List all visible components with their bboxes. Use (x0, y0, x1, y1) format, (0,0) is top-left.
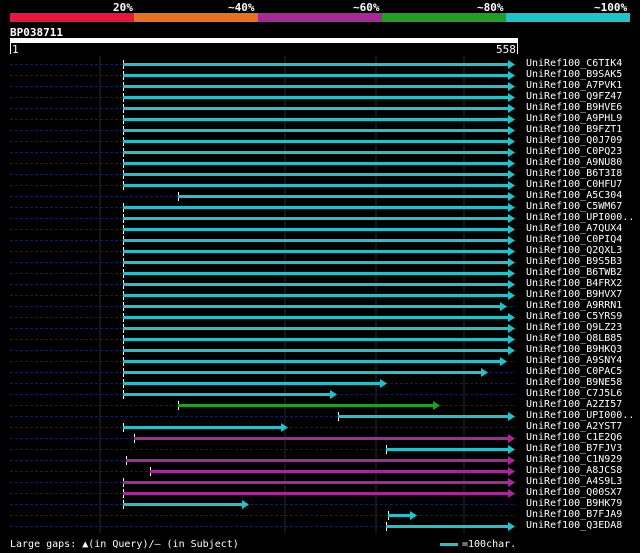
hit-arrow-icon (500, 357, 507, 366)
hit-arrow-icon (508, 71, 515, 80)
hit-arrow-icon (508, 214, 515, 223)
hit-label[interactable]: UniRef100_Q9LZ23 (526, 322, 622, 333)
hit-arrow-icon (508, 115, 515, 124)
hit-arrow-icon (508, 269, 515, 278)
hit-arrow-icon (508, 291, 515, 300)
hit-label[interactable]: UniRef100_B6TWB2 (526, 267, 622, 278)
hit-label[interactable]: UniRef100_A9RRN1 (526, 300, 622, 311)
hit-label[interactable]: UniRef100_C1N929 (526, 454, 622, 465)
hit-label[interactable]: UniRef100_A5C304 (526, 190, 622, 201)
hit-arrow-icon (330, 390, 337, 399)
hit-arrow-icon (508, 93, 515, 102)
hit-label[interactable]: UniRef100_B9SAK5 (526, 69, 622, 80)
hit-label[interactable]: UniRef100_A9NU80 (526, 157, 622, 168)
hit-arrow-icon (508, 148, 515, 157)
hit-arrow-icon (508, 434, 515, 443)
hit-arrow-icon (508, 467, 515, 476)
hit-label[interactable]: UniRef100_B7FJA9 (526, 509, 622, 520)
hit-arrow-icon (508, 335, 515, 344)
hit-arrow-icon (508, 203, 515, 212)
hit-label[interactable]: UniRef100_Q3EDA8 (526, 520, 622, 531)
hit-arrow-icon (508, 159, 515, 168)
hit-label[interactable]: UniRef100_C0PIQ4 (526, 234, 622, 245)
hit-arrow-icon (508, 346, 515, 355)
hit-label[interactable]: UniRef100_B7FJV3 (526, 443, 622, 454)
hit-arrow-icon (481, 368, 488, 377)
hit-arrow-icon (508, 412, 515, 421)
hit-label[interactable]: UniRef100_Q9FZ47 (526, 91, 622, 102)
hit-label[interactable]: UniRef100_C5WM67 (526, 201, 622, 212)
hit-label[interactable]: UniRef100_Q2QXL3 (526, 245, 622, 256)
hit-arrow-icon (508, 247, 515, 256)
hit-arrow-icon (508, 181, 515, 190)
hit-arrow-icon (508, 192, 515, 201)
hit-label[interactable]: UniRef100_B9S5B3 (526, 256, 622, 267)
hit-label[interactable]: UniRef100_C0PAC5 (526, 366, 622, 377)
hit-arrow-icon (508, 137, 515, 146)
hit-label[interactable]: UniRef100_B9HK79 (526, 498, 622, 509)
hit-label[interactable]: UniRef100_A8JCS8 (526, 465, 622, 476)
hit-arrow-icon (500, 302, 507, 311)
hit-label[interactable]: UniRef100_C6TIK4 (526, 58, 622, 69)
hit-label[interactable]: UniRef100_UPI000.. (526, 410, 634, 421)
hit-arrow-icon (508, 280, 515, 289)
hit-label[interactable]: UniRef100_Q0J709 (526, 135, 622, 146)
hit-label[interactable]: UniRef100_C0PQ23 (526, 146, 622, 157)
hit-label[interactable]: UniRef100_A7QUX4 (526, 223, 622, 234)
hit-arrow-icon (242, 500, 249, 509)
scale-label: =100char. (462, 539, 517, 550)
hit-label[interactable]: UniRef100_B9NE58 (526, 377, 622, 388)
hit-label[interactable]: UniRef100_B9HVE6 (526, 102, 622, 113)
hit-arrow-icon (508, 126, 515, 135)
hit-label[interactable]: UniRef100_Q00SX7 (526, 487, 622, 498)
hit-arrow-icon (508, 489, 515, 498)
hit-label[interactable]: UniRef100_UPI000.. (526, 212, 634, 223)
hit-arrow-icon (508, 445, 515, 454)
hit-label[interactable]: UniRef100_A7PVK1 (526, 80, 622, 91)
hit-arrow-icon (508, 324, 515, 333)
hit-label[interactable]: UniRef100_B9FZT1 (526, 124, 622, 135)
hit-arrow-icon (508, 225, 515, 234)
hit-arrow-icon (508, 478, 515, 487)
hit-arrow-icon (508, 522, 515, 531)
hit-label[interactable]: UniRef100_B4FRX2 (526, 278, 622, 289)
hit-label[interactable]: UniRef100_C1E2Q6 (526, 432, 622, 443)
hit-arrow-icon (508, 313, 515, 322)
hit-label[interactable]: UniRef100_A4S9L3 (526, 476, 622, 487)
hit-label[interactable]: UniRef100_A9SNY4 (526, 355, 622, 366)
hit-label[interactable]: UniRef100_B9HKQ3 (526, 344, 622, 355)
hit-arrow-icon (508, 104, 515, 113)
hit-arrow-icon (508, 456, 515, 465)
hit-label[interactable]: UniRef100_A2YST7 (526, 421, 622, 432)
hit-arrow-icon (433, 401, 440, 410)
hit-label[interactable]: UniRef100_C0HFU7 (526, 179, 622, 190)
hit-label[interactable]: UniRef100_Q8LB85 (526, 333, 622, 344)
scale-bar (440, 543, 458, 546)
hit-arrow-icon (508, 236, 515, 245)
hit-arrow-icon (410, 511, 417, 520)
hit-label[interactable]: UniRef100_A2ZI57 (526, 399, 622, 410)
hit-label[interactable]: UniRef100_C5YRS9 (526, 311, 622, 322)
hit-label[interactable]: UniRef100_C7J5L6 (526, 388, 622, 399)
hit-label[interactable]: UniRef100_A9PHL9 (526, 113, 622, 124)
hit-arrow-icon (380, 379, 387, 388)
hit-arrow-icon (508, 82, 515, 91)
footer-gap-legend: Large gaps: ▲(in Query)/– (in Subject) (10, 539, 239, 550)
hit-arrow-icon (508, 170, 515, 179)
hit-label[interactable]: UniRef100_B9HVX7 (526, 289, 622, 300)
hit-label[interactable]: UniRef100_B6T3I8 (526, 168, 622, 179)
hit-arrow-icon (508, 258, 515, 267)
hit-arrow-icon (508, 60, 515, 69)
